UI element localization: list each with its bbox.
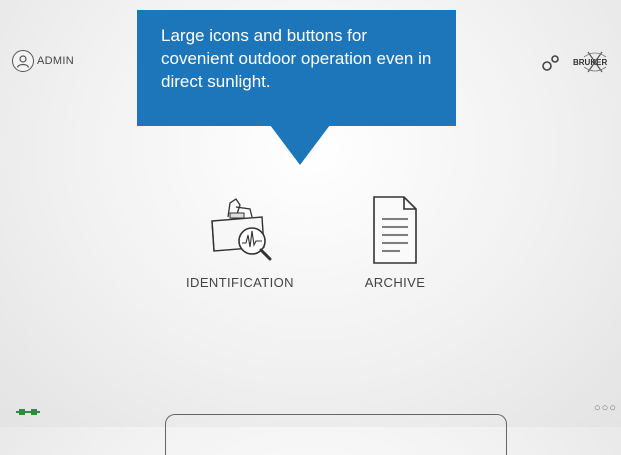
bruker-logo: BRUKER (570, 49, 620, 75)
svg-text:BRUKER: BRUKER (573, 58, 607, 67)
user-name-label: ADMIN (37, 55, 74, 67)
archive-button[interactable]: ARCHIVE (345, 195, 445, 290)
identification-label: IDENTIFICATION (186, 275, 294, 290)
archive-document-icon (373, 196, 417, 264)
settings-gear-icon[interactable] (540, 52, 562, 74)
bottom-action-panel[interactable] (165, 414, 507, 455)
identification-button[interactable]: IDENTIFICATION (170, 195, 310, 290)
identification-icon (211, 198, 272, 261)
page-dots-icon[interactable]: ○○○ (594, 402, 617, 414)
feature-tooltip: Large icons and buttons for covenient ou… (137, 10, 456, 126)
user-menu[interactable]: ADMIN (12, 50, 74, 72)
connection-plug-icon[interactable] (16, 404, 40, 415)
tooltip-text: Large icons and buttons for covenient ou… (161, 26, 432, 91)
tooltip-arrow (270, 125, 330, 165)
user-avatar-icon[interactable] (12, 50, 34, 72)
archive-label: ARCHIVE (364, 275, 426, 290)
